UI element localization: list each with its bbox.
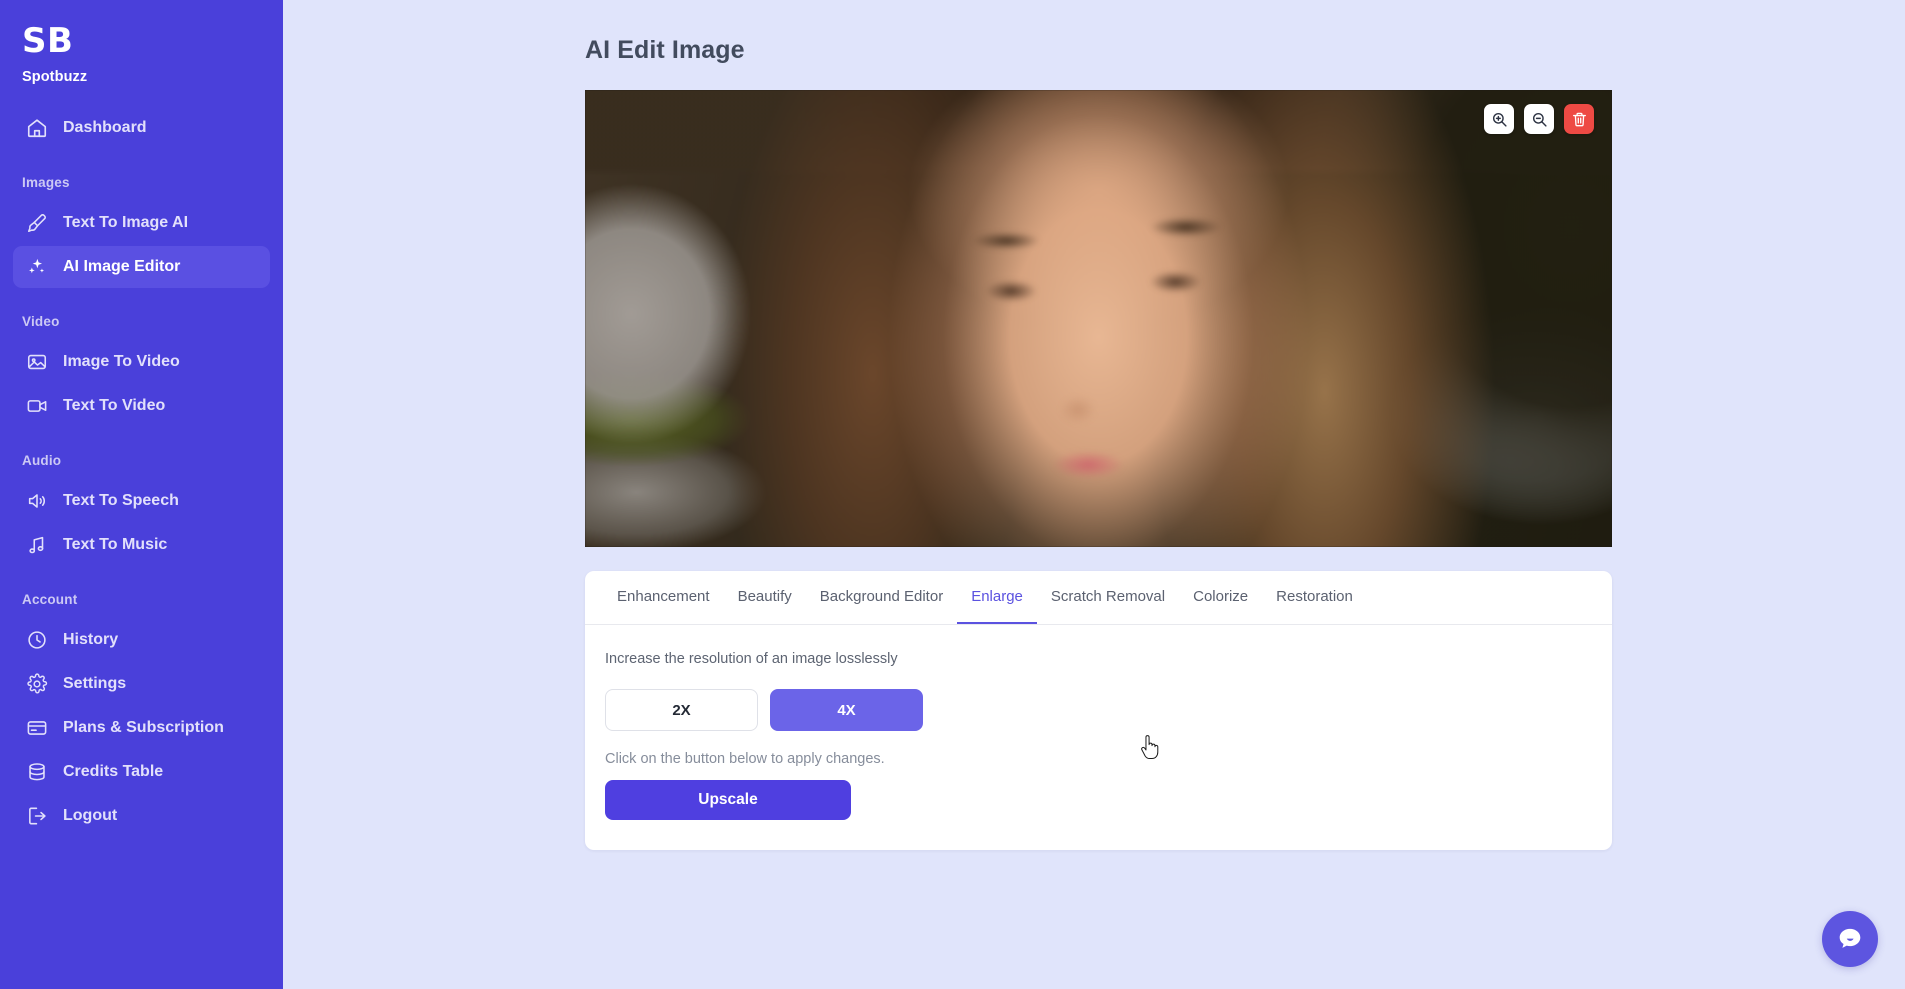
sidebar-item-text-to-music[interactable]: Text To Music	[13, 524, 270, 566]
tab-enlarge[interactable]: Enlarge	[957, 571, 1037, 624]
sidebar-item-label: Text To Video	[63, 397, 166, 414]
database-icon	[25, 761, 48, 784]
chat-bubble-icon	[1835, 924, 1865, 954]
sidebar-nav-audio: Text To Speech Text To Music	[0, 480, 283, 566]
sidebar-item-plans-subscription[interactable]: Plans & Subscription	[13, 707, 270, 749]
sidebar-section-audio: Audio	[22, 453, 62, 468]
sidebar-item-label: Credits Table	[63, 763, 164, 780]
sidebar-item-label: Plans & Subscription	[63, 719, 224, 736]
trash-icon	[1571, 111, 1588, 128]
sidebar-item-logout[interactable]: Logout	[13, 795, 270, 837]
sidebar-item-text-to-image-ai[interactable]: Text To Image AI	[13, 202, 270, 244]
sidebar-item-text-to-speech[interactable]: Text To Speech	[13, 480, 270, 522]
sidebar-item-label: Image To Video	[63, 353, 180, 370]
tab-enhancement[interactable]: Enhancement	[603, 571, 724, 624]
editor-card: Enhancement Beautify Background Editor E…	[585, 571, 1612, 850]
panel-description: Increase the resolution of an image loss…	[605, 651, 898, 667]
tab-colorize[interactable]: Colorize	[1179, 571, 1262, 624]
delete-image-button[interactable]	[1564, 104, 1594, 134]
sidebar-top-nav: Dashboard	[0, 107, 283, 149]
enlarge-panel: Increase the resolution of an image loss…	[585, 625, 1612, 850]
tab-background-editor[interactable]: Background Editor	[806, 571, 957, 624]
credit-card-icon	[25, 717, 48, 740]
chat-widget-button[interactable]	[1822, 911, 1878, 967]
sidebar-item-credits-table[interactable]: Credits Table	[13, 751, 270, 793]
sidebar-nav-video: Image To Video Text To Video	[0, 341, 283, 427]
page-title: AI Edit Image	[585, 36, 745, 64]
tab-scratch-removal[interactable]: Scratch Removal	[1037, 571, 1179, 624]
sidebar-item-label: AI Image Editor	[63, 258, 181, 275]
sparkles-icon	[25, 256, 48, 279]
sidebar-item-dashboard[interactable]: Dashboard	[13, 107, 270, 149]
sidebar-item-label: Text To Speech	[63, 492, 179, 509]
sidebar-item-text-to-video[interactable]: Text To Video	[13, 385, 270, 427]
magnifier-minus-icon	[1531, 111, 1548, 128]
sidebar-item-label: Dashboard	[63, 119, 147, 136]
main-content: AI Edit Image Enhancement Beautify Backg…	[283, 0, 1905, 989]
sidebar-section-account: Account	[22, 592, 78, 607]
scale-option-4x[interactable]: 4X	[770, 689, 923, 731]
app-root: SB Spotbuzz Dashboard Images Text To Ima…	[0, 0, 1905, 989]
sidebar-nav-images: Text To Image AI AI Image Editor	[0, 202, 283, 288]
speaker-icon	[25, 490, 48, 513]
sidebar-section-video: Video	[22, 314, 60, 329]
brand-name: Spotbuzz	[22, 69, 88, 85]
image-toolbar	[1484, 104, 1594, 134]
sidebar-item-ai-image-editor[interactable]: AI Image Editor	[13, 246, 270, 288]
sidebar-item-label: Text To Music	[63, 536, 168, 553]
zoom-out-button[interactable]	[1524, 104, 1554, 134]
zoom-in-button[interactable]	[1484, 104, 1514, 134]
sidebar-item-image-to-video[interactable]: Image To Video	[13, 341, 270, 383]
sidebar-item-label: Logout	[63, 807, 118, 824]
gear-icon	[25, 673, 48, 696]
apply-note: Click on the button below to apply chang…	[605, 751, 885, 767]
image-icon	[25, 351, 48, 374]
magnifier-plus-icon	[1491, 111, 1508, 128]
clock-icon	[25, 629, 48, 652]
brush-icon	[25, 212, 48, 235]
image-preview[interactable]	[585, 90, 1612, 547]
sidebar-item-label: Text To Image AI	[63, 214, 189, 231]
music-note-icon	[25, 534, 48, 557]
sidebar: SB Spotbuzz Dashboard Images Text To Ima…	[0, 0, 283, 989]
brand-logo: SB	[22, 21, 74, 61]
scale-option-2x[interactable]: 2X	[605, 689, 758, 731]
video-camera-icon	[25, 395, 48, 418]
sidebar-item-history[interactable]: History	[13, 619, 270, 661]
sidebar-item-label: Settings	[63, 675, 127, 692]
tab-restoration[interactable]: Restoration	[1262, 571, 1367, 624]
sidebar-nav-account: History Settings Plans & Subscription Cr…	[0, 619, 283, 837]
upscale-button[interactable]: Upscale	[605, 780, 851, 820]
portrait-photo-detail	[585, 90, 1612, 547]
editor-tabs: Enhancement Beautify Background Editor E…	[585, 571, 1612, 625]
sidebar-item-label: History	[63, 631, 119, 648]
logout-icon	[25, 805, 48, 828]
sidebar-section-images: Images	[22, 175, 70, 190]
scale-options: 2X 4X	[605, 689, 1592, 731]
content-wrapper: Enhancement Beautify Background Editor E…	[585, 90, 1612, 850]
sidebar-item-settings[interactable]: Settings	[13, 663, 270, 705]
tab-beautify[interactable]: Beautify	[724, 571, 806, 624]
home-icon	[25, 117, 48, 140]
brand[interactable]: SB Spotbuzz	[0, 0, 283, 85]
